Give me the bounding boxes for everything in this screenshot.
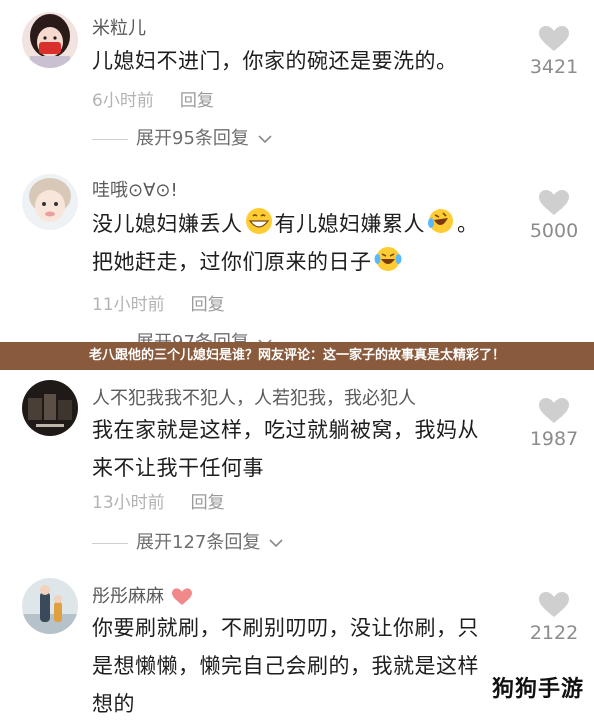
heart-icon [171,588,192,605]
timestamp: 6小时前 [92,91,154,111]
avatar[interactable] [22,174,78,230]
comment-line: 儿媳妇不进门，你家的碗还是要洗的。 [92,49,458,73]
timestamp: 11小时前 [92,295,165,315]
chevron-down-icon [258,135,272,144]
comment-text: 没儿媳妇嫌丢人 有儿媳妇嫌累人 。 把她赶走，过你们原来的日子 [92,205,512,281]
like-count: 2122 [529,622,579,644]
heart-icon [539,592,569,617]
like-button[interactable]: 3421 [522,26,586,78]
like-button[interactable]: 2122 [522,592,586,644]
comment-line: 。 [457,212,479,236]
avatar[interactable] [22,578,78,634]
laughing-tears-emoji-icon [374,247,401,271]
timestamp: 13小时前 [92,493,165,513]
avatar[interactable] [22,380,78,436]
comment-line: 我在家就是这样，吃过就躺被窝，我妈从 [92,418,479,442]
expand-replies-label: 展开95条回复 [136,128,249,149]
reply-button[interactable]: 回复 [180,91,214,111]
username[interactable]: 彤彤麻麻 [92,582,194,608]
comment-line: 是想懒懒，懒完自己会刷的，我就是这样 [92,654,479,678]
comment-meta: 11小时前 回复 [92,290,225,315]
like-button[interactable]: 5000 [522,190,586,242]
comment-meta: 6小时前 回复 [92,86,214,111]
watermark: 狗狗手游 [491,677,584,702]
comment-line: 想的 [92,692,135,716]
comment-text: 儿媳妇不进门，你家的碗还是要洗的。 [92,42,512,80]
like-count: 1987 [529,428,579,450]
comment-line: 把她赶走，过你们原来的日子 [92,250,372,274]
avatar[interactable] [22,12,78,68]
username[interactable]: 哇哦⊙∀⊙! [92,176,178,202]
like-count: 3421 [529,56,579,78]
username[interactable]: 人不犯我我不犯人，人若犯我，我必犯人 [92,384,416,410]
comment-text: 你要刷就刷，不刷别叨叨，没让你刷，只 是想懒懒，懒完自己会刷的，我就是这样 想的 [92,609,512,723]
grinning-emoji-icon [245,208,272,234]
headline-banner: 老八跟他的三个儿媳妇是谁？网友评论：这一家子的故事真是太精彩了！ [0,342,594,370]
heart-icon [539,398,569,423]
heart-icon [539,190,569,215]
comment-line: 有儿媳妇嫌累人 [274,212,425,236]
comment-line: 你要刷就刷，不刷别叨叨，没让你刷，只 [92,616,479,640]
like-count: 5000 [529,220,579,242]
username-label: 彤彤麻麻 [92,586,164,607]
expand-replies-button[interactable]: 展开127条回复 [92,528,284,554]
reply-button[interactable]: 回复 [191,493,225,513]
laughing-tears-emoji-icon [428,209,453,233]
expand-replies-label: 展开127条回复 [136,532,261,553]
divider [92,542,128,544]
comment-meta: 13小时前 回复 [92,488,225,513]
comment-line: 来不让我干任何事 [92,456,264,480]
expand-replies-button[interactable]: 展开95条回复 [92,124,273,150]
reply-button[interactable]: 回复 [191,295,225,315]
divider [92,138,128,140]
like-button[interactable]: 1987 [522,398,586,450]
chevron-down-icon [269,539,283,548]
comment-text: 我在家就是这样，吃过就躺被窝，我妈从 来不让我干任何事 [92,411,512,487]
username[interactable]: 米粒儿 [92,14,146,40]
comment-line: 没儿媳妇嫌丢人 [92,212,243,236]
heart-icon [539,26,569,51]
